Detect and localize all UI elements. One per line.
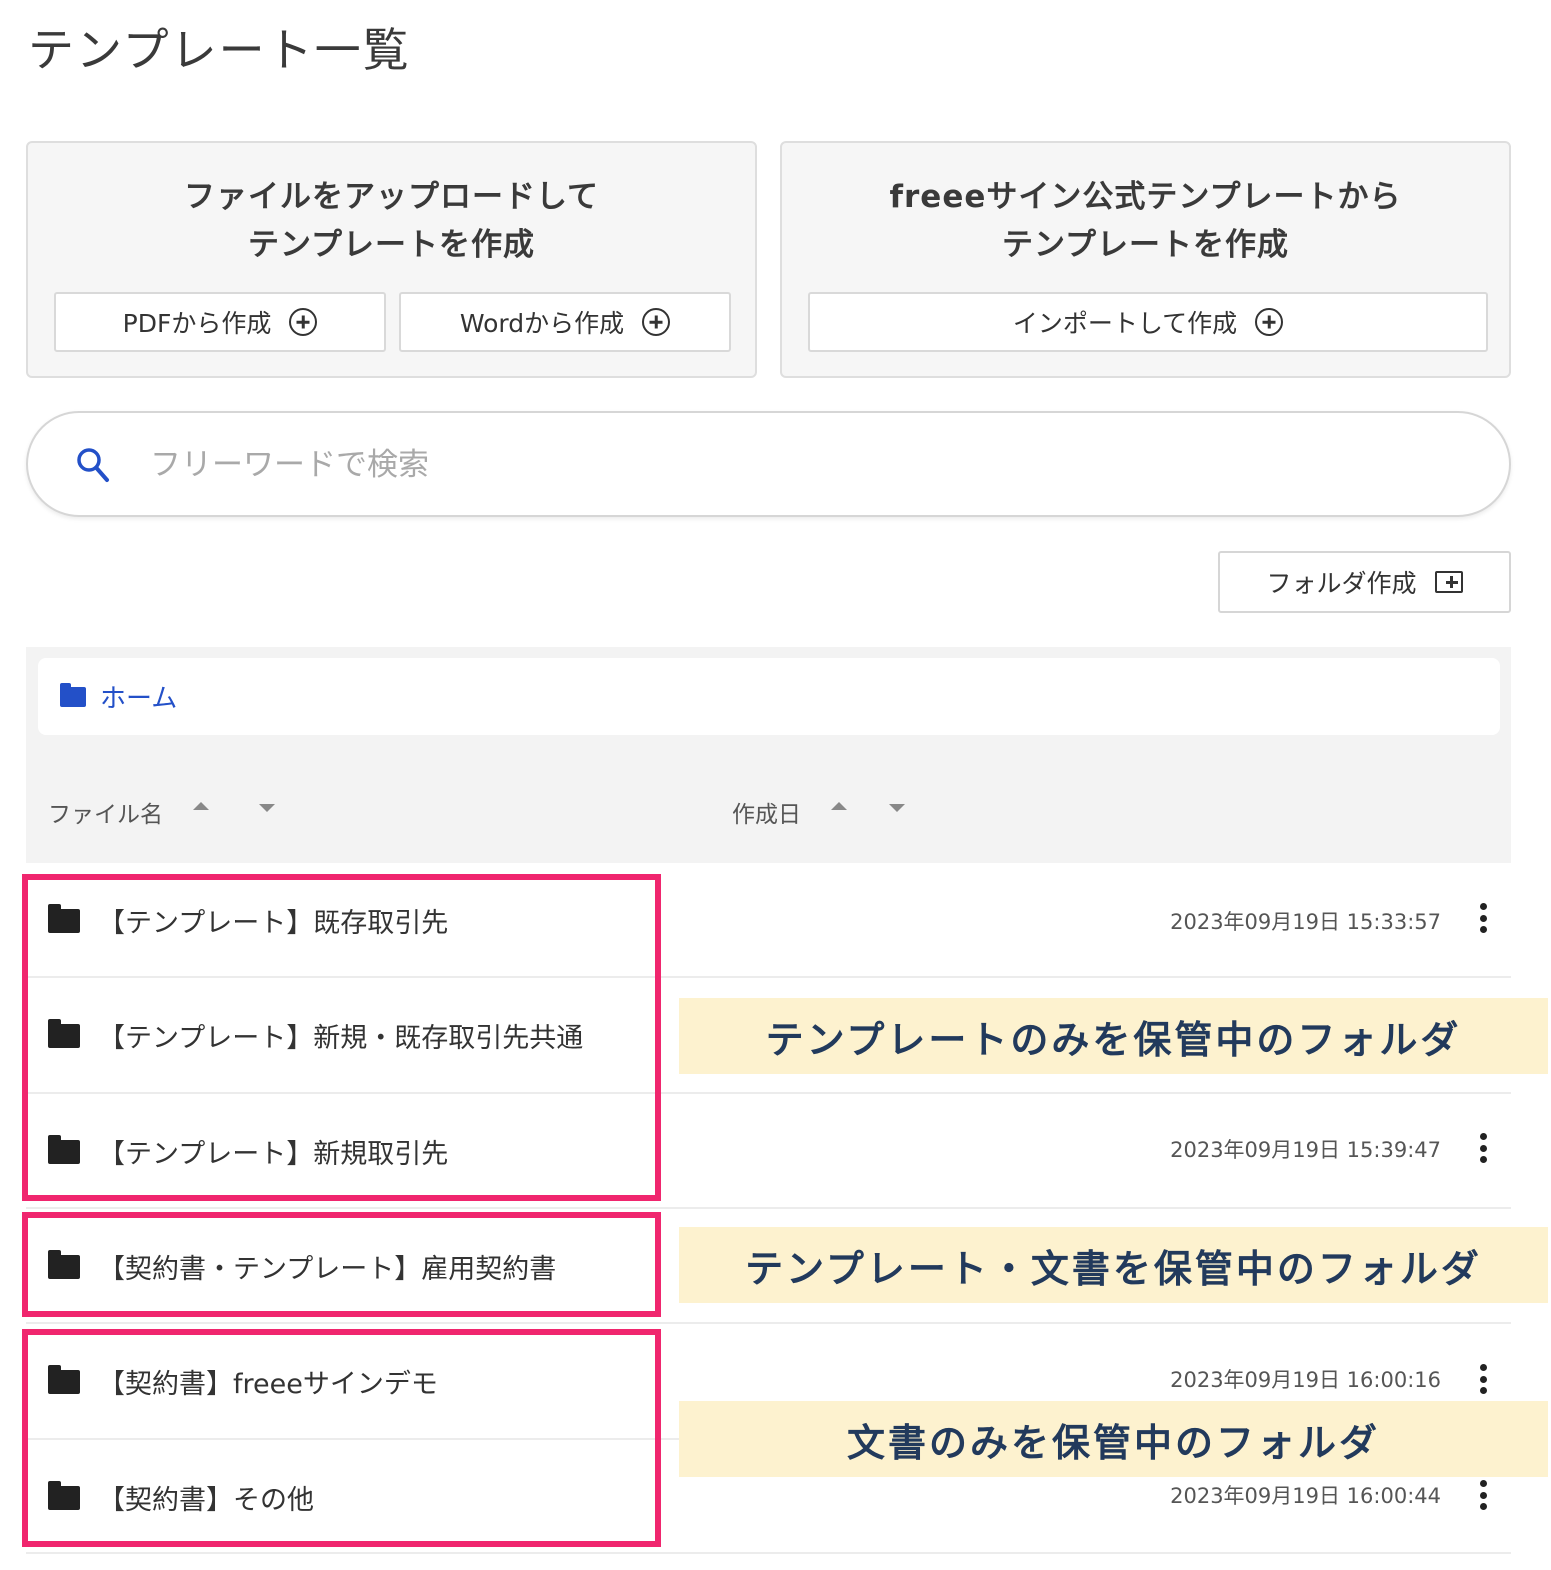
official-template-card: freeeサイン公式テンプレートから テンプレートを作成 インポートして作成 [780,141,1511,378]
sort-descending-icon[interactable] [259,804,275,812]
callout-template-and-docs: テンプレート・文書を保管中のフォルダ [679,1227,1548,1303]
row-created-date: 2023年09月19日 16:00:16 [1170,1368,1441,1392]
page-title: テンプレート一覧 [28,23,411,77]
kebab-menu-icon[interactable] [1479,1133,1487,1163]
create-folder-label: フォルダ作成 [1266,569,1417,598]
callout-template-only: テンプレートのみを保管中のフォルダ [679,998,1548,1074]
sort-descending-icon[interactable] [889,804,905,812]
folder-add-icon [1434,571,1463,593]
highlight-box-template-only [22,874,661,1201]
column-header-file-name: ファイル名 [48,795,275,829]
file-table-header: ホーム ファイル名 作成日 [26,647,1511,863]
upload-template-card: ファイルをアップロードして テンプレートを作成 PDFから作成 Wordから作成 [26,141,757,378]
sort-ascending-icon[interactable] [193,802,209,810]
sort-ascending-icon[interactable] [831,802,847,810]
row-created-date: 2023年09月19日 15:33:57 [1170,910,1441,934]
kebab-menu-icon[interactable] [1479,1480,1487,1510]
upload-card-title: ファイルをアップロードして テンプレートを作成 [28,173,755,269]
official-card-title-line1: freeeサイン公式テンプレートから [889,179,1402,215]
breadcrumb: ホーム [38,658,1500,735]
breadcrumb-home-link[interactable]: ホーム [100,678,177,715]
create-from-word-button[interactable]: Wordから作成 [399,292,731,352]
column-created-date-label: 作成日 [732,802,801,828]
upload-card-title-line1: ファイルをアップロードして [183,179,600,215]
search-input[interactable] [150,441,1450,489]
official-card-title-line2: テンプレートを作成 [1001,227,1290,263]
plus-circle-icon [1255,308,1284,336]
kebab-menu-icon[interactable] [1479,1364,1487,1394]
search-bar [26,411,1511,517]
row-created-date: 2023年09月19日 15:39:47 [1170,1138,1441,1162]
column-file-name-label: ファイル名 [48,802,163,828]
plus-circle-icon [642,308,671,336]
folder-icon [60,682,86,707]
plus-circle-icon [289,308,318,336]
kebab-menu-icon[interactable] [1479,903,1487,933]
import-template-button[interactable]: インポートして作成 [808,292,1488,352]
create-from-pdf-label: PDFから作成 [122,309,272,338]
column-header-created-date: 作成日 [732,795,905,829]
callout-docs-only: 文書のみを保管中のフォルダ [679,1401,1548,1477]
row-created-date: 2023年09月19日 16:00:44 [1170,1484,1441,1508]
search-icon [77,448,109,482]
create-from-word-label: Wordから作成 [459,309,625,338]
upload-card-title-line2: テンプレートを作成 [247,227,536,263]
official-card-title: freeeサイン公式テンプレートから テンプレートを作成 [782,173,1509,269]
create-from-pdf-button[interactable]: PDFから作成 [54,292,386,352]
import-template-label: インポートして作成 [1012,309,1238,338]
create-folder-button[interactable]: フォルダ作成 [1218,551,1511,613]
highlight-box-template-and-docs [22,1212,661,1317]
highlight-box-docs-only [22,1329,661,1547]
